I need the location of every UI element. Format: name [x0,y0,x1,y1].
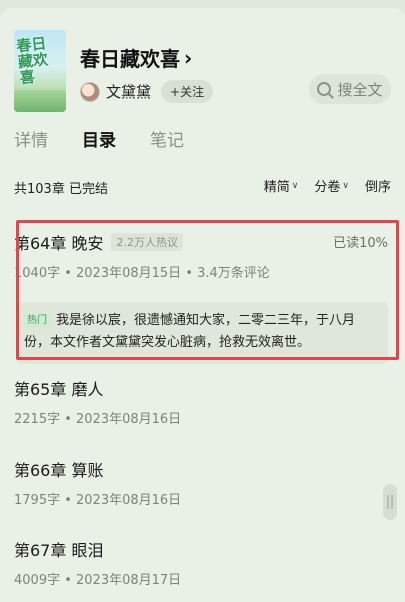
chapter-item[interactable]: 第65章 磨人 2215字 • 2023年08月16日 [14,376,390,427]
chapter-title-row: 第65章 磨人 [14,376,390,400]
search-icon [317,82,332,96]
hot-comment-text: 我是徐以宸，很遗憾通知大家，二零二三年，于八月份，本文作者文黛黛突发心脏病，抢救… [24,313,356,350]
book-cover[interactable]: 春日藏欢喜 [14,30,66,112]
chapter-item[interactable]: 第67章 眼泪 4009字 • 2023年08月17日 [14,537,390,588]
author-row: 文黛黛 +关注 [80,80,214,103]
chapter-title: 第64章 晚安 [14,234,104,253]
search-full-text-button[interactable]: 搜全文 [309,74,391,104]
catalog-summary: 共103章 已完结 [14,182,108,197]
compact-label: 精简 [263,180,290,195]
cover-lawn [14,90,66,112]
catalog-controls: 精简 ∨ 分卷 ∨ 倒序 [264,176,391,195]
chapter-meta: 1040字 • 2023年08月15日 • 3.4万条评论 [14,266,270,281]
tab-bar: 详情 目录 笔记 [14,126,184,151]
tab-catalog[interactable]: 目录 [82,126,116,151]
scroll-handle[interactable] [383,484,397,520]
chapter-title: 第65章 磨人 [14,380,104,399]
follow-button[interactable]: +关注 [161,80,214,103]
read-progress: 已读10% [333,236,388,251]
hot-badge: 热门 [24,314,50,328]
volume-label: 分卷 [314,180,341,195]
reverse-order-button[interactable]: 倒序 [365,176,391,195]
book-title: 春日藏欢喜 [80,47,180,71]
chapter-title: 第66章 算账 [14,461,104,480]
cover-title-art: 春日藏欢喜 [15,34,49,88]
chapter-title-row: 第67章 眼泪 [14,537,390,561]
discussion-badge: 2.2万人热议 [111,233,183,251]
author-avatar[interactable] [80,81,100,102]
search-label: 搜全文 [337,80,383,99]
chapter-meta: 1795字 • 2023年08月16日 [14,493,182,508]
chevron-down-icon: ∨ [291,180,299,191]
chapter-title: 第67章 眼泪 [14,541,104,560]
author-name[interactable]: 文黛黛 [106,81,151,102]
hot-comment[interactable]: 热门 我是徐以宸，很遗憾通知大家，二零二三年，于八月份，本文作者文黛黛突发心脏病，… [16,302,388,364]
chevron-down-icon: ∨ [342,180,349,191]
chapter-item[interactable]: 第64章 晚安 2.2万人热议 1040字 • 2023年08月15日 • 3.… [14,230,390,364]
book-panel: 春日藏欢喜 春日藏欢喜 › 文黛黛 +关注 搜全文 详情 目录 笔记 共103章… [0,8,405,602]
tab-notes[interactable]: 笔记 [150,126,184,151]
chevron-right-icon: › [184,45,193,70]
tab-details[interactable]: 详情 [14,126,48,151]
chapter-title-row: 第66章 算账 [14,457,390,481]
volume-selector[interactable]: 分卷 ∨ [314,176,349,195]
chapter-item[interactable]: 第66章 算账 1795字 • 2023年08月16日 [14,457,390,508]
chapter-meta: 2215字 • 2023年08月16日 [14,412,182,427]
compact-toggle[interactable]: 精简 ∨ [264,176,299,195]
book-title-link[interactable]: 春日藏欢喜 › [80,43,192,72]
chapter-meta: 4009字 • 2023年08月17日 [14,573,182,588]
